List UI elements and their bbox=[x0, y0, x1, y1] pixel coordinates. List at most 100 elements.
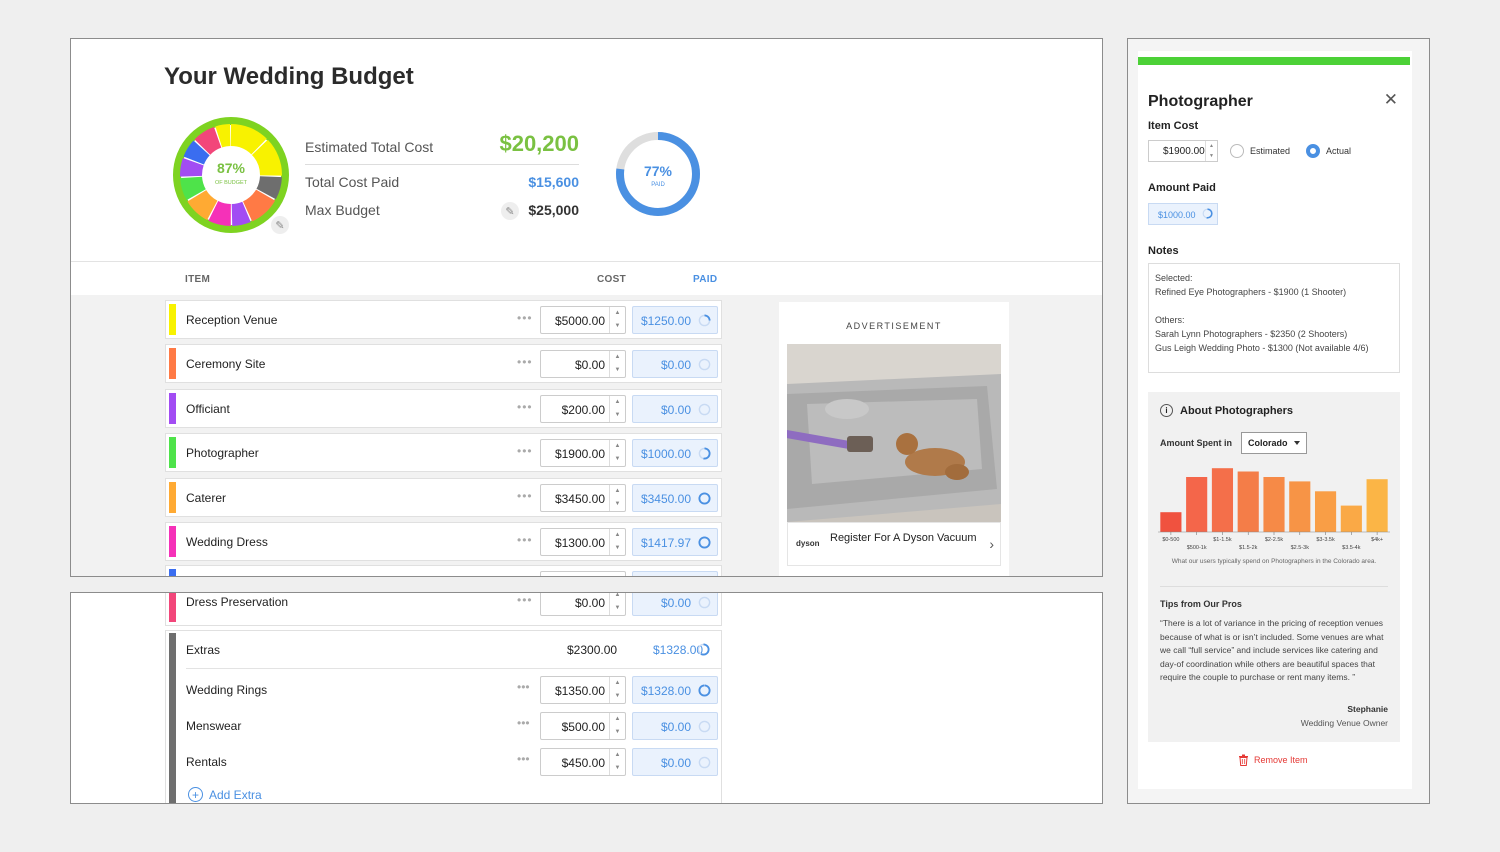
row-name: Wedding Rings bbox=[186, 683, 268, 697]
cost-input[interactable]: $1300.00 ▲ ▼ bbox=[540, 528, 626, 556]
stepper-icon[interactable]: ▲ ▼ bbox=[609, 440, 625, 467]
row-more-icon[interactable]: ••• bbox=[517, 400, 533, 414]
chart-tick-label: $4k+ bbox=[1371, 537, 1383, 543]
item-title: Photographer bbox=[1148, 93, 1253, 110]
paid-input[interactable]: $0.00 bbox=[632, 394, 718, 423]
notes-line: Selected: bbox=[1155, 273, 1193, 283]
ad-label: ADVERTISEMENT bbox=[846, 321, 942, 331]
cost-input[interactable]: $0.00 ▲ ▼ bbox=[540, 593, 626, 616]
paid-input[interactable]: $0.00 bbox=[632, 748, 718, 776]
remove-item-button[interactable]: Remove Item bbox=[1238, 754, 1308, 766]
paid-input[interactable]: $3450.00 bbox=[632, 483, 718, 512]
table-row[interactable]: Reception Venue ••• $5000.00 ▲ ▼ $1250.00 bbox=[165, 300, 722, 339]
paid-input[interactable]: $1417.97 bbox=[632, 528, 718, 556]
row-more-icon[interactable]: ••• bbox=[517, 716, 530, 730]
table-row[interactable]: Photographer ••• $1900.00 ▲ ▼ $1000.00 bbox=[165, 433, 722, 473]
extras-cost: $2300.00 bbox=[567, 643, 618, 657]
progress-ring-icon bbox=[697, 643, 710, 656]
amount-paid-input[interactable]: $1000.00 bbox=[1148, 203, 1218, 225]
row-color-bar bbox=[169, 569, 176, 576]
radio-actual[interactable]: Actual bbox=[1306, 144, 1351, 158]
row-more-icon[interactable]: ••• bbox=[517, 593, 533, 607]
trash-icon bbox=[1239, 754, 1248, 766]
cost-input[interactable]: $5000.00 ▲ ▼ bbox=[540, 306, 626, 334]
table-row[interactable]: Officiant ••• $200.00 ▲ ▼ $0.00 bbox=[165, 388, 722, 428]
row-more-icon[interactable]: ••• bbox=[517, 444, 533, 458]
cost-input[interactable]: $500.00 ▲ ▼ bbox=[540, 712, 626, 740]
cost-input[interactable]: $0.00 ▲ ▼ bbox=[540, 350, 626, 379]
cost-input[interactable] bbox=[540, 571, 626, 576]
ad-image[interactable] bbox=[787, 344, 1001, 522]
paid-input[interactable]: $0.00 bbox=[632, 593, 718, 616]
table-row-dress-preservation[interactable]: Dress Preservation ••• $0.00 ▲ ▼ $0.00 bbox=[165, 593, 722, 626]
row-name: Wedding Dress bbox=[186, 535, 268, 549]
donut-percent: 87% bbox=[217, 160, 246, 176]
row-more-icon[interactable]: ••• bbox=[517, 533, 533, 547]
stepper-icon[interactable]: ▲ ▼ bbox=[609, 713, 625, 739]
table-row[interactable]: Wedding Dress ••• $1300.00 ▲ ▼ $1417.97 bbox=[165, 522, 722, 561]
extras-header-row[interactable]: Extras $2300.00 $1328.00 bbox=[186, 631, 721, 669]
row-more-icon[interactable]: ••• bbox=[517, 752, 530, 766]
stepper-icon[interactable]: ▲ ▼ bbox=[609, 677, 625, 703]
stepper-icon[interactable]: ▲ ▼ bbox=[609, 395, 625, 422]
edit-budget-pencil-icon[interactable]: ✎ bbox=[271, 216, 289, 234]
paid-input[interactable]: $1250.00 bbox=[632, 306, 718, 334]
chart-tick-label: $1-1.5k bbox=[1213, 537, 1232, 543]
stepper-icon[interactable]: ▲ ▼ bbox=[1205, 141, 1217, 161]
cost-input[interactable]: $450.00 ▲ ▼ bbox=[540, 748, 626, 776]
notes-textarea[interactable]: Selected: Refined Eye Photographers - $19… bbox=[1148, 263, 1400, 373]
row-name: Reception Venue bbox=[186, 313, 278, 327]
progress-ring-icon bbox=[698, 756, 711, 769]
cost-input[interactable]: $200.00 ▲ ▼ bbox=[540, 394, 626, 423]
advertisement[interactable]: ADVERTISEMENT dyson Register For A Dyson… bbox=[779, 302, 1009, 576]
row-name: Photographer bbox=[186, 446, 259, 461]
row-more-icon[interactable]: ••• bbox=[517, 680, 530, 694]
stepper-icon[interactable]: ▲ ▼ bbox=[609, 749, 625, 775]
extras-item-row[interactable]: Rentals ••• $450.00 ▲ ▼ $0.00 bbox=[176, 744, 721, 780]
notes-line bbox=[1155, 299, 1393, 313]
stepper-icon[interactable]: ▲ ▼ bbox=[609, 484, 625, 511]
row-name: Menswear bbox=[186, 719, 242, 733]
row-color-bar bbox=[169, 304, 176, 335]
cost-input[interactable]: $1900.00 ▲ ▼ bbox=[540, 439, 626, 468]
table-row[interactable]: Ceremony Site ••• $0.00 ▲ ▼ $0.00 bbox=[165, 344, 722, 384]
item-cost-input[interactable]: $1900.00 ▲ ▼ bbox=[1148, 140, 1218, 162]
paid-input[interactable]: $0.00 bbox=[632, 712, 718, 740]
paid-input[interactable]: $1000.00 bbox=[632, 439, 718, 468]
row-name: Ceremony Site bbox=[186, 357, 266, 372]
donut-sublabel: OF BUDGET bbox=[215, 180, 248, 186]
progress-ring-icon bbox=[698, 596, 711, 609]
paid-input[interactable]: $1328.00 bbox=[632, 676, 718, 704]
close-icon[interactable]: ✕ bbox=[1384, 90, 1398, 110]
row-more-icon[interactable]: ••• bbox=[517, 311, 533, 325]
region-select[interactable]: Colorado bbox=[1241, 432, 1307, 454]
ad-footer[interactable]: dyson Register For A Dyson Vacuum › bbox=[787, 522, 1001, 566]
col-paid: PAID bbox=[693, 274, 718, 285]
extras-item-row[interactable]: Wedding Rings ••• $1350.00 ▲ ▼ $1328.00 bbox=[176, 672, 721, 708]
edit-max-budget-pencil-icon[interactable]: ✎ bbox=[501, 202, 519, 220]
paid-input[interactable]: $0.00 bbox=[632, 350, 718, 379]
stepper-icon[interactable]: ▲ ▼ bbox=[609, 307, 625, 333]
budget-summary: Estimated Total Cost $20,200 Total Cost … bbox=[305, 131, 579, 232]
cost-input[interactable]: $1350.00 ▲ ▼ bbox=[540, 676, 626, 704]
row-more-icon[interactable]: ••• bbox=[517, 489, 533, 503]
total-paid-value: $15,600 bbox=[528, 174, 579, 190]
add-extra-button[interactable]: + Add Extra bbox=[188, 787, 262, 802]
notes-line: Refined Eye Photographers - $1900 (1 Sho… bbox=[1155, 287, 1347, 297]
about-title: i About Photographers bbox=[1160, 404, 1293, 417]
add-extra-label: Add Extra bbox=[209, 787, 262, 802]
row-more-icon[interactable]: ••• bbox=[517, 355, 533, 369]
chart-bar bbox=[1263, 477, 1285, 532]
table-row[interactable]: Caterer ••• $3450.00 ▲ ▼ $3450.00 bbox=[165, 477, 722, 517]
col-item: ITEM bbox=[185, 274, 211, 285]
stepper-icon[interactable]: ▲ ▼ bbox=[609, 351, 625, 378]
extras-item-row[interactable]: Menswear ••• $500.00 ▲ ▼ $0.00 bbox=[176, 708, 721, 744]
ad-text: Register For A Dyson Vacuum bbox=[830, 532, 977, 544]
chart-tick-label: $3.5-4k bbox=[1342, 545, 1361, 551]
cost-input[interactable]: $3450.00 ▲ ▼ bbox=[540, 483, 626, 512]
stepper-icon[interactable]: ▲ ▼ bbox=[609, 593, 625, 615]
paid-input[interactable] bbox=[632, 571, 718, 576]
progress-ring-icon bbox=[698, 447, 711, 460]
stepper-icon[interactable]: ▲ ▼ bbox=[609, 529, 625, 555]
radio-estimated[interactable]: Estimated bbox=[1230, 144, 1290, 158]
